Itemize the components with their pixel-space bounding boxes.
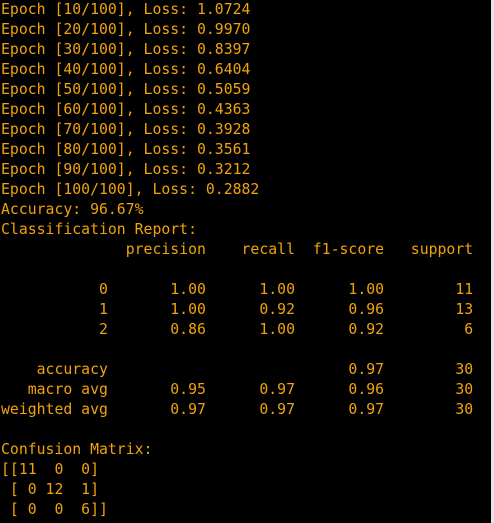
confusion-matrix-row: [ 0 12 1]: [1, 481, 99, 498]
epoch-line: Epoch [60/100], Loss: 0.4363: [1, 101, 251, 118]
report-class-row: 1 1.00 0.92 0.96 13: [1, 301, 474, 318]
report-class-row: 0 1.00 1.00 1.00 11: [1, 281, 474, 298]
report-header-row: precision recall f1-score support: [1, 241, 474, 258]
confusion-matrix-row: [[11 0 0]: [1, 461, 99, 478]
epoch-line: Epoch [90/100], Loss: 0.3212: [1, 161, 251, 178]
confusion-matrix-row: [ 0 0 6]]: [1, 501, 108, 518]
report-accuracy-row: accuracy 0.97 30: [1, 361, 474, 378]
epoch-line: Epoch [100/100], Loss: 0.2882: [1, 181, 260, 198]
classification-report-title: Classification Report:: [1, 221, 197, 238]
terminal-output: Epoch [10/100], Loss: 1.0724 Epoch [20/1…: [0, 0, 490, 523]
report-macro-avg-row: macro avg 0.95 0.97 0.96 30: [1, 381, 474, 398]
epoch-line: Epoch [10/100], Loss: 1.0724: [1, 1, 251, 18]
accuracy-line: Accuracy: 96.67%: [1, 201, 144, 218]
report-weighted-avg-row: weighted avg 0.97 0.97 0.97 30: [1, 401, 474, 418]
epoch-line: Epoch [20/100], Loss: 0.9970: [1, 21, 251, 38]
epoch-line: Epoch [70/100], Loss: 0.3928: [1, 121, 251, 138]
epoch-line: Epoch [50/100], Loss: 0.5059: [1, 81, 251, 98]
confusion-matrix-title: Confusion Matrix:: [1, 441, 153, 458]
epoch-line: Epoch [30/100], Loss: 0.8397: [1, 41, 251, 58]
epoch-line: Epoch [80/100], Loss: 0.3561: [1, 141, 251, 158]
report-class-row: 2 0.86 1.00 0.92 6: [1, 321, 474, 338]
epoch-line: Epoch [40/100], Loss: 0.6404: [1, 61, 251, 78]
